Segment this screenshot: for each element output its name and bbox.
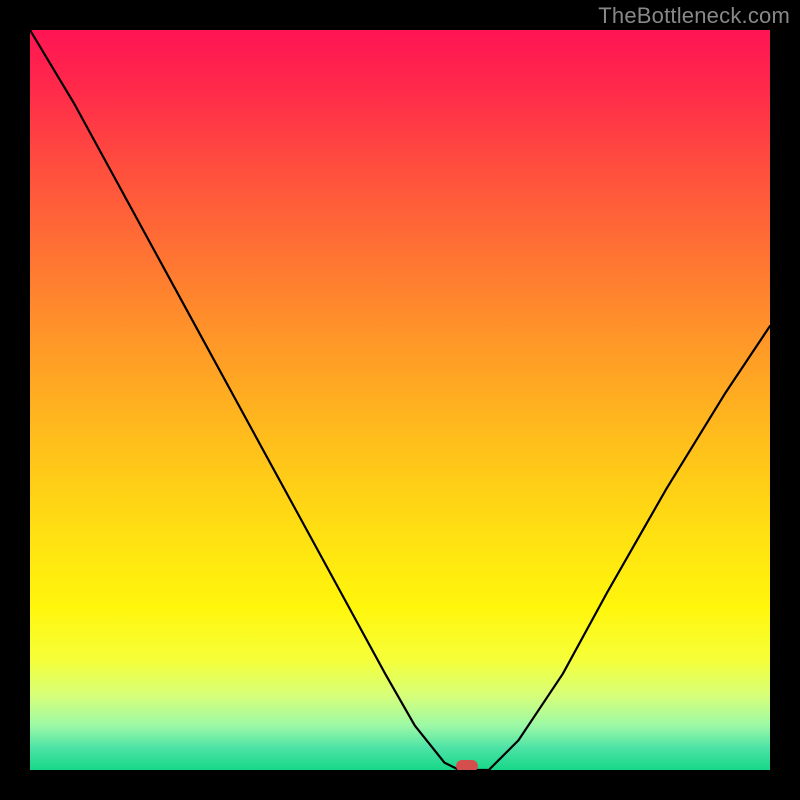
curve-svg (30, 30, 770, 770)
optimum-marker (456, 760, 478, 770)
chart-frame: TheBottleneck.com (0, 0, 800, 800)
bottleneck-curve-line (30, 30, 770, 770)
watermark-label: TheBottleneck.com (598, 3, 790, 29)
plot-area (30, 30, 770, 770)
